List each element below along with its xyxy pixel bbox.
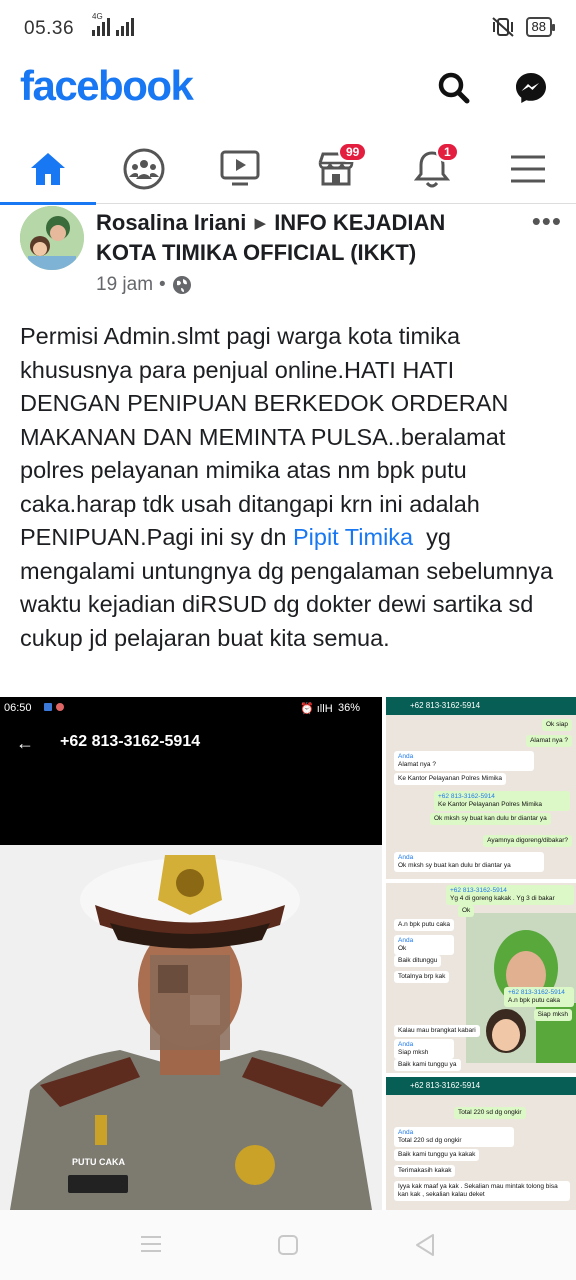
battery-indicator: 88 xyxy=(525,17,556,37)
post-meta: 19 jam • xyxy=(96,274,192,296)
tab-watch[interactable] xyxy=(192,134,288,204)
chat-message: Anda Ok mksh sy buat kan dulu br diantar … xyxy=(394,852,544,872)
chat-contact-number: +62 813-3162-5914 xyxy=(410,701,481,710)
chat-header: +62 813-3162-5914 xyxy=(386,1077,576,1095)
back-arrow-icon: ← xyxy=(16,733,34,753)
chat-message: +62 813-3162-5914 A.n bpk putu caka xyxy=(504,987,574,1007)
active-tab-indicator xyxy=(0,202,96,205)
chat-contact-number: +62 813-3162-5914 xyxy=(410,1081,481,1090)
author-name[interactable]: Rosalina Iriani xyxy=(96,210,246,235)
chat-message: Baik ditunggu xyxy=(394,955,442,967)
recent-apps-icon[interactable] xyxy=(140,1234,162,1254)
contact-photo: PUTU CAKA xyxy=(0,845,382,1210)
search-button[interactable] xyxy=(430,64,478,112)
name-tag: PUTU CAKA xyxy=(72,1157,125,1167)
messenger-icon xyxy=(516,73,546,103)
mention-link[interactable]: Pipit Timika xyxy=(293,524,413,550)
chat-message: Baik kami tunggu ya xyxy=(394,1059,461,1071)
back-nav-icon[interactable] xyxy=(414,1233,436,1257)
signal-icon-2 xyxy=(116,18,134,36)
status-bar: 05.36 4G 88 xyxy=(0,0,576,58)
home-icon xyxy=(31,153,65,185)
chat-message: Ok xyxy=(458,905,475,917)
messenger-button[interactable] xyxy=(507,64,555,112)
watch-icon xyxy=(220,150,260,186)
screenshot-status-bar: 06:50 ⏰ ıllH 36% xyxy=(0,697,382,719)
post-media[interactable]: 06:50 ⏰ ıllH 36% ← +62 813-3162-5914 PUT… xyxy=(0,697,576,1210)
tab-bar: 99 1 xyxy=(0,134,576,205)
tab-home[interactable] xyxy=(0,134,96,205)
screenshot-time: 06:50 xyxy=(4,702,32,714)
more-options-button[interactable]: ••• xyxy=(532,206,562,237)
chat-message: A.n bpk putu caka xyxy=(394,919,455,931)
post-header-title: Rosalina Iriani ▶ INFO KEJADIAN KOTA TIM… xyxy=(96,208,506,267)
chat-message: Anda Ok xyxy=(394,935,454,955)
vibrate-mute-icon xyxy=(491,17,514,37)
caret-right-icon: ▶ xyxy=(254,215,267,232)
chat-screenshot-3[interactable]: +62 813-3162-5914 Total 220 sd dg ongkir… xyxy=(386,1077,576,1210)
network-label: 4G xyxy=(92,12,103,21)
tab-notifications[interactable]: 1 xyxy=(384,134,480,204)
system-nav-bar xyxy=(0,1210,576,1280)
meta-dot: • xyxy=(159,274,166,295)
chat-message: Alamat nya ? xyxy=(526,735,572,747)
chat-screenshot-2[interactable]: +62 813-3162-5914 Yg 4 di goreng kakak . … xyxy=(386,883,576,1073)
notifications-badge: 1 xyxy=(436,142,459,162)
chat-message: Totalnya brp kak xyxy=(394,971,450,983)
chat-message: Kalau mau brangkat kabari xyxy=(394,1025,480,1037)
post-text-part-1: Permisi Admin.slmt pagi warga kota timik… xyxy=(20,323,509,550)
screenshot-signal: ⏰ ıllH xyxy=(300,703,333,715)
chat-message: Iyya kak maaf ya kak . Sekalian mau mint… xyxy=(394,1181,570,1201)
post-time[interactable]: 19 jam xyxy=(96,274,153,296)
chat-message: Ok siap xyxy=(541,719,572,731)
chat-message: Ke Kantor Pelayanan Polres Mimika xyxy=(394,773,507,785)
screenshot-battery: 36% xyxy=(338,702,361,714)
contact-number: +62 813-3162-5914 xyxy=(60,733,201,750)
app-icon xyxy=(56,703,64,711)
avatar-photo xyxy=(20,206,84,270)
chat-message: Ok mksh sy buat kan dulu br diantar ya xyxy=(430,813,551,825)
menu-icon xyxy=(511,155,545,183)
status-time: 05.36 xyxy=(24,18,75,39)
status-right: 88 xyxy=(490,16,556,38)
chat-screenshot-1[interactable]: +62 813-3162-5914 Ok siap Alamat nya ? A… xyxy=(386,697,576,879)
search-icon xyxy=(438,72,470,104)
author-avatar[interactable] xyxy=(20,206,84,270)
chat-message: Anda Alamat nya ? xyxy=(394,751,534,771)
officer-photo xyxy=(0,845,382,1210)
app-icon xyxy=(44,703,52,711)
globe-icon xyxy=(172,276,191,294)
facebook-logo[interactable]: facebook xyxy=(20,62,194,110)
chat-message: Anda Siap mksh xyxy=(394,1039,454,1059)
chat-message: Baik kami tunggu ya kakak xyxy=(394,1149,480,1161)
chat-message: Total 220 sd dg ongkir xyxy=(454,1107,526,1119)
chat-message: Terimakasih kakak xyxy=(394,1165,456,1177)
post-body: Permisi Admin.slmt pagi warga kota timik… xyxy=(20,320,560,655)
app-header: facebook xyxy=(0,58,576,122)
signal-indicator: 4G xyxy=(92,12,134,36)
groups-icon xyxy=(123,148,165,190)
tab-marketplace[interactable]: 99 xyxy=(288,134,384,204)
chat-message: Siap mksh xyxy=(533,1009,572,1021)
home-nav-icon[interactable] xyxy=(277,1234,299,1256)
chat-message: +62 813-3162-5914 Ke Kantor Pelayanan Pol… xyxy=(434,791,570,811)
tab-menu[interactable] xyxy=(480,134,576,204)
media-image-main[interactable]: 06:50 ⏰ ıllH 36% ← +62 813-3162-5914 PUT… xyxy=(0,697,382,1210)
tab-groups[interactable] xyxy=(96,134,192,204)
chat-message: Anda Total 220 sd dg ongkir xyxy=(394,1127,514,1147)
chat-message: +62 813-3162-5914 Yg 4 di goreng kakak . … xyxy=(446,885,574,905)
chat-message: Ayamnya digoreng/dibakar? xyxy=(483,835,572,847)
marketplace-badge: 99 xyxy=(338,142,368,162)
chat-header: +62 813-3162-5914 xyxy=(386,697,576,715)
media-chat-screenshots[interactable]: +62 813-3162-5914 Ok siap Alamat nya ? A… xyxy=(386,697,576,1210)
